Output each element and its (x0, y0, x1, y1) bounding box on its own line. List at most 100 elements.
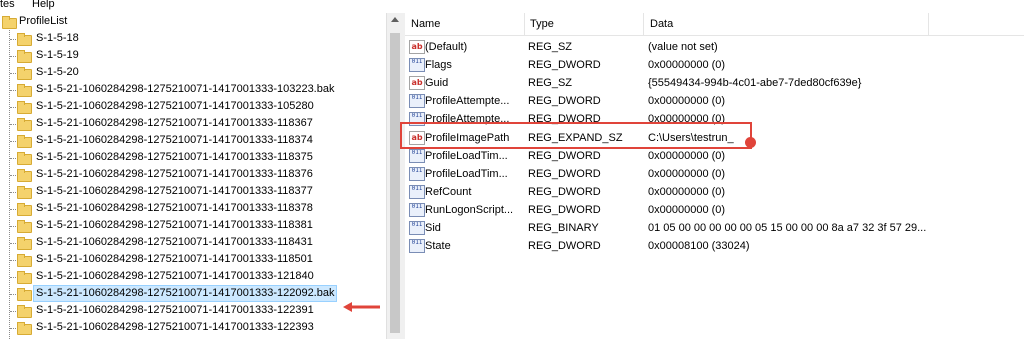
value-name: Flags (425, 59, 452, 72)
menu-bar: tes Help (0, 0, 1024, 12)
list-item[interactable]: 011 ProfileLoadTim... REG_DWORD 0x00000000 … (405, 147, 1024, 165)
column-header-name[interactable]: Name (411, 18, 440, 30)
folder-icon (17, 271, 32, 284)
column-divider[interactable] (524, 13, 525, 35)
menu-favorites[interactable]: tes (0, 0, 15, 11)
list-item[interactable]: 011 Sid REG_BINARY 01 05 00 00 00 00 00 05 … (405, 219, 1024, 237)
binary-value-icon: 011 (409, 239, 425, 254)
list-item[interactable]: 011 ProfileAttempte... REG_DWORD 0x00000000… (405, 92, 1024, 110)
value-type: REG_SZ (528, 41, 573, 53)
list-item[interactable]: 011 RunLogonScript... REG_DWORD 0x00000000 … (405, 201, 1024, 219)
folder-icon (17, 118, 32, 131)
folder-icon (17, 152, 32, 165)
tree-item[interactable]: S-1-5-21-1060284298-1275210071-141700133… (0, 166, 386, 183)
value-name: (Default) (425, 41, 468, 53)
tree-item-label: ProfileList (19, 15, 68, 27)
folder-icon (17, 254, 32, 267)
value-name: Sid (425, 222, 441, 234)
value-data: 0x00000000 (0) (648, 203, 726, 216)
registry-key-tree[interactable]: ProfileList S-1-5-18 S-1-5-19 S-1-5-20 S-1-… (0, 13, 386, 339)
menu-help[interactable]: Help (32, 0, 55, 11)
folder-icon (17, 305, 32, 318)
value-name: RefCount (425, 185, 472, 198)
tree-item-label: S-1-5-21-1060284298-1275210071-141700133… (36, 134, 313, 146)
tree-item-label: S-1-5-21-1060284298-1275210071-141700133… (36, 219, 313, 231)
tree-item[interactable]: S-1-5-21-1060284298-1275210071-141700133… (0, 285, 386, 302)
value-data: 0x00000000 (0) (648, 167, 726, 180)
list-item[interactable]: 011 RefCount REG_DWORD 0x00000000 (0) (405, 183, 1024, 201)
tree-item[interactable]: S-1-5-21-1060284298-1275210071-141700133… (0, 200, 386, 217)
tree-item[interactable]: S-1-5-21-1060284298-1275210071-141700133… (0, 132, 386, 149)
binary-value-icon: 011 (409, 148, 425, 163)
tree-item-label: S-1-5-19 (36, 49, 79, 61)
tree-item-label: S-1-5-21-1060284298-1275210071-141700133… (36, 151, 313, 163)
annotation-highlight-box (400, 122, 752, 149)
value-type: REG_DWORD (528, 95, 601, 108)
tree-item[interactable]: S-1-5-21-1060284298-1275210071-141700133… (0, 319, 386, 336)
column-divider[interactable] (643, 13, 644, 35)
tree-item[interactable]: S-1-5-21-1060284298-1275210071-141700133… (0, 81, 386, 98)
column-divider[interactable] (928, 13, 929, 35)
tree-vertical-scrollbar[interactable] (386, 13, 404, 339)
tree-item-label: S-1-5-21-1060284298-1275210071-141700133… (36, 270, 314, 282)
tree-item[interactable]: S-1-5-21-1060284298-1275210071-141700133… (0, 234, 386, 251)
column-header-type[interactable]: Type (530, 18, 554, 30)
list-header: Name Type Data (405, 13, 1024, 36)
tree-item[interactable]: S-1-5-21-1060284298-1275210071-141700133… (0, 149, 386, 166)
binary-value-icon: 011 (409, 94, 425, 109)
value-type: REG_DWORD (528, 59, 601, 72)
tree-item[interactable]: S-1-5-21-1060284298-1275210071-141700133… (0, 115, 386, 132)
folder-icon (17, 237, 32, 250)
value-type: REG_DWORD (528, 240, 601, 253)
tree-item-label: S-1-5-21-1060284298-1275210071-141700133… (36, 117, 313, 129)
value-data: (value not set) (648, 41, 718, 53)
value-data: 0x00000000 (0) (648, 95, 726, 108)
list-item[interactable]: 011 State REG_DWORD 0x00008100 (33024) (405, 237, 1024, 255)
folder-icon (17, 203, 32, 216)
value-data: {55549434-994b-4c01-abe7-7ded80cf639e} (648, 77, 862, 90)
tree-item-label: S-1-5-21-1060284298-1275210071-141700133… (36, 253, 313, 265)
value-type: REG_DWORD (528, 167, 601, 180)
value-name: Guid (425, 77, 449, 90)
binary-value-icon: 011 (409, 184, 425, 199)
binary-value-icon: 011 (409, 221, 425, 235)
tree-item-label: S-1-5-20 (36, 66, 79, 78)
value-type: REG_DWORD (528, 203, 601, 216)
tree-item[interactable]: S-1-5-21-1060284298-1275210071-141700133… (0, 251, 386, 268)
value-name: ProfileLoadTim... (425, 149, 508, 162)
string-value-icon: ab (409, 76, 425, 91)
binary-value-icon: 011 (409, 202, 425, 217)
tree-item[interactable]: S-1-5-21-1060284298-1275210071-141700133… (0, 217, 386, 234)
tree-item[interactable]: S-1-5-20 (0, 64, 386, 81)
tree-item[interactable]: S-1-5-21-1060284298-1275210071-141700133… (0, 302, 386, 319)
binary-value-icon: 011 (409, 166, 425, 181)
binary-value-icon: 011 (409, 58, 425, 73)
tree-item-label: S-1-5-21-1060284298-1275210071-141700133… (36, 236, 313, 248)
scrollbar-thumb[interactable] (390, 33, 400, 333)
value-data: 0x00008100 (33024) (648, 240, 750, 253)
value-data: 01 05 00 00 00 00 00 05 15 00 00 00 8a a… (648, 222, 927, 234)
tree-item-profilelist[interactable]: ProfileList (0, 13, 386, 30)
folder-icon (17, 322, 32, 335)
tree-item-label: S-1-5-21-1060284298-1275210071-141700133… (36, 83, 335, 95)
tree-item-label: S-1-5-21-1060284298-1275210071-141700133… (36, 304, 314, 316)
list-item[interactable]: ab Guid REG_SZ {55549434-994b-4c01-abe7-7de… (405, 74, 1024, 92)
scroll-up-arrow-icon[interactable] (391, 17, 399, 22)
folder-icon (17, 50, 32, 63)
list-item[interactable]: ab (Default) REG_SZ (value not set) (405, 38, 1024, 56)
list-item[interactable]: 011 ProfileLoadTim... REG_DWORD 0x00000000 … (405, 165, 1024, 183)
folder-icon (17, 288, 32, 301)
tree-item[interactable]: S-1-5-21-1060284298-1275210071-141700133… (0, 268, 386, 285)
value-name: State (425, 240, 451, 253)
column-header-data[interactable]: Data (650, 18, 673, 30)
value-type: REG_DWORD (528, 185, 601, 198)
value-type: REG_BINARY (528, 222, 599, 234)
tree-item[interactable]: S-1-5-21-1060284298-1275210071-141700133… (0, 183, 386, 200)
tree-item[interactable]: S-1-5-19 (0, 47, 386, 64)
tree-item[interactable]: S-1-5-18 (0, 30, 386, 47)
tree-item[interactable]: S-1-5-21-1060284298-1275210071-141700133… (0, 98, 386, 115)
list-item[interactable]: 011 Flags REG_DWORD 0x00000000 (0) (405, 56, 1024, 74)
registry-value-list[interactable]: Name Type Data ab (Default) REG_SZ (value n… (405, 13, 1024, 339)
folder-icon (17, 220, 32, 233)
value-data: 0x00000000 (0) (648, 59, 726, 72)
